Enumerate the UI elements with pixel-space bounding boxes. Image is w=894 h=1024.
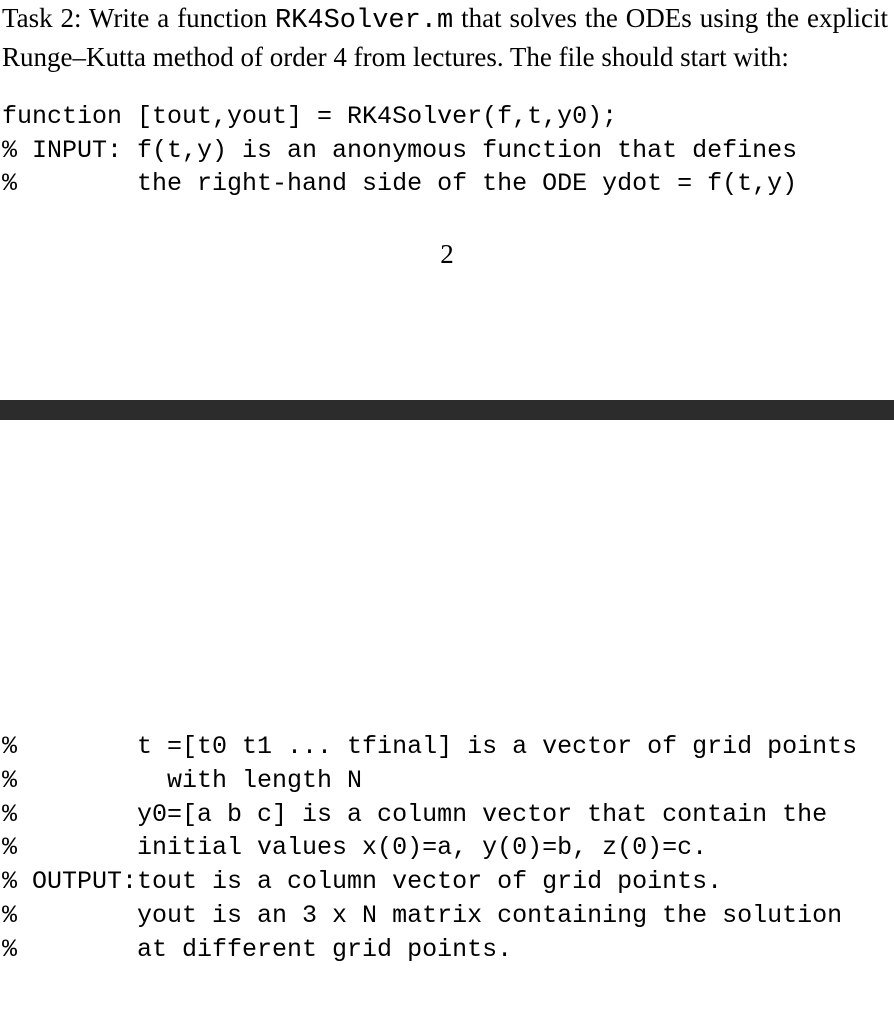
code-line: function [tout,yout] = RK4Solver(f,t,y0)… (2, 102, 617, 131)
code-line: % y0=[a b c] is a column vector that con… (2, 800, 827, 829)
task-prefix: Task 2: Write a function (2, 3, 275, 33)
document-page: Task 2: Write a function RK4Solver.m tha… (0, 0, 894, 966)
code-line: % at different grid points. (2, 935, 512, 964)
code-line: % yout is an 3 x N matrix containing the… (2, 901, 842, 930)
page-separator (0, 400, 894, 420)
page-number: 2 (0, 239, 894, 270)
code-line: % OUTPUT:tout is a column vector of grid… (2, 867, 722, 896)
code-line: % the right-hand side of the ODE ydot = … (2, 169, 797, 198)
code-line: % INPUT: f(t,y) is an anonymous function… (2, 136, 797, 165)
code-block-bottom: % t =[t0 t1 ... tfinal] is a vector of g… (0, 730, 894, 966)
code-line: % with length N (2, 766, 362, 795)
code-line: % t =[t0 t1 ... tfinal] is a vector of g… (2, 732, 857, 761)
code-line: % initial values x(0)=a, y(0)=b, z(0)=c. (2, 833, 707, 862)
task-filename: RK4Solver.m (275, 6, 453, 36)
task-paragraph: Task 2: Write a function RK4Solver.m tha… (0, 0, 894, 76)
code-block-top: function [tout,yout] = RK4Solver(f,t,y0)… (0, 100, 894, 201)
